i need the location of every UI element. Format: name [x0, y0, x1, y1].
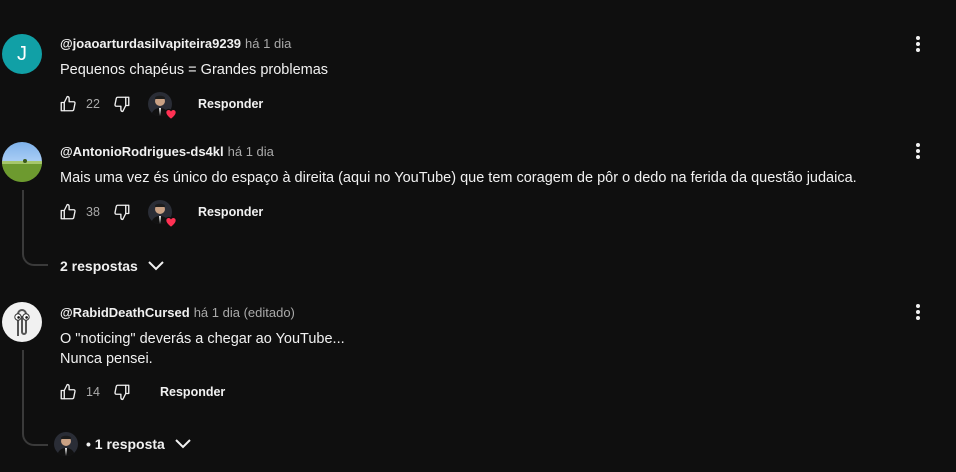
- heart-icon: [165, 216, 177, 228]
- more-options-button[interactable]: [908, 32, 928, 56]
- landscape-avatar-icon: [2, 159, 42, 182]
- thread-line: [22, 350, 24, 432]
- thumbs-up-icon: [60, 95, 76, 112]
- comment-time[interactable]: há 1 dia: [245, 36, 291, 51]
- comment-header: @joaoarturdasilvapiteira9239 há 1 dia: [60, 36, 291, 51]
- author-avatar[interactable]: J: [2, 34, 42, 74]
- author-name[interactable]: @RabidDeathCursed: [60, 305, 190, 320]
- comment-header: @RabidDeathCursed há 1 dia (editado): [60, 305, 295, 320]
- thumbs-up-icon: [60, 383, 76, 400]
- dislike-button[interactable]: [112, 202, 132, 222]
- view-replies-button[interactable]: 2 respostas: [60, 256, 164, 276]
- paperclip-avatar-icon: [14, 309, 30, 336]
- comment-text: Mais uma vez és único do espaço à direit…: [60, 170, 857, 186]
- more-options-button[interactable]: [908, 139, 928, 163]
- comment-toolbar: 14 Responder: [58, 378, 225, 406]
- like-count: 38: [86, 205, 100, 219]
- creator-heart-badge: [148, 200, 177, 228]
- more-vertical-icon: [916, 36, 920, 52]
- comment-text: Pequenos chapéus = Grandes problemas: [60, 62, 329, 78]
- heart-icon: [165, 108, 177, 120]
- comment-text: O "noticing" deverás a chegar ao YouTube…: [60, 331, 345, 367]
- like-button[interactable]: [58, 94, 78, 114]
- comment-time[interactable]: há 1 dia (editado): [194, 305, 295, 320]
- thumbs-down-icon: [114, 96, 130, 113]
- reply-button[interactable]: Responder: [160, 385, 225, 399]
- reply-button[interactable]: Responder: [198, 97, 263, 111]
- chevron-down-icon: [175, 439, 191, 449]
- creator-heart-badge: [148, 92, 177, 120]
- thumbs-down-icon: [114, 384, 130, 401]
- thumbs-up-icon: [60, 203, 76, 220]
- thread-line: [22, 190, 24, 252]
- comment-toolbar: 22 Responder: [58, 90, 263, 120]
- dislike-button[interactable]: [112, 94, 132, 114]
- more-vertical-icon: [916, 143, 920, 159]
- author-name[interactable]: @joaoarturdasilvapiteira9239: [60, 36, 241, 51]
- chevron-down-icon: [148, 261, 164, 271]
- like-button[interactable]: [58, 382, 78, 402]
- reply-button[interactable]: Responder: [198, 205, 263, 219]
- author-avatar[interactable]: [2, 302, 42, 342]
- author-avatar[interactable]: [2, 142, 42, 182]
- like-count: 22: [86, 97, 100, 111]
- more-options-button[interactable]: [908, 300, 928, 324]
- creator-avatar: [54, 432, 78, 456]
- replies-label: • 1 resposta: [86, 436, 165, 452]
- comment-header: @AntonioRodrigues-ds4kl há 1 dia: [60, 144, 274, 159]
- replies-label: 2 respostas: [60, 258, 138, 274]
- like-count: 14: [86, 385, 100, 399]
- view-replies-button[interactable]: • 1 resposta: [54, 430, 191, 458]
- thread-connector: [22, 252, 48, 266]
- thread-connector: [22, 432, 48, 446]
- like-button[interactable]: [58, 202, 78, 222]
- dislike-button[interactable]: [112, 382, 132, 402]
- comment-toolbar: 38 Responder: [58, 198, 263, 228]
- more-vertical-icon: [916, 304, 920, 320]
- author-name[interactable]: @AntonioRodrigues-ds4kl: [60, 144, 224, 159]
- comment-time[interactable]: há 1 dia: [228, 144, 274, 159]
- thumbs-down-icon: [114, 204, 130, 221]
